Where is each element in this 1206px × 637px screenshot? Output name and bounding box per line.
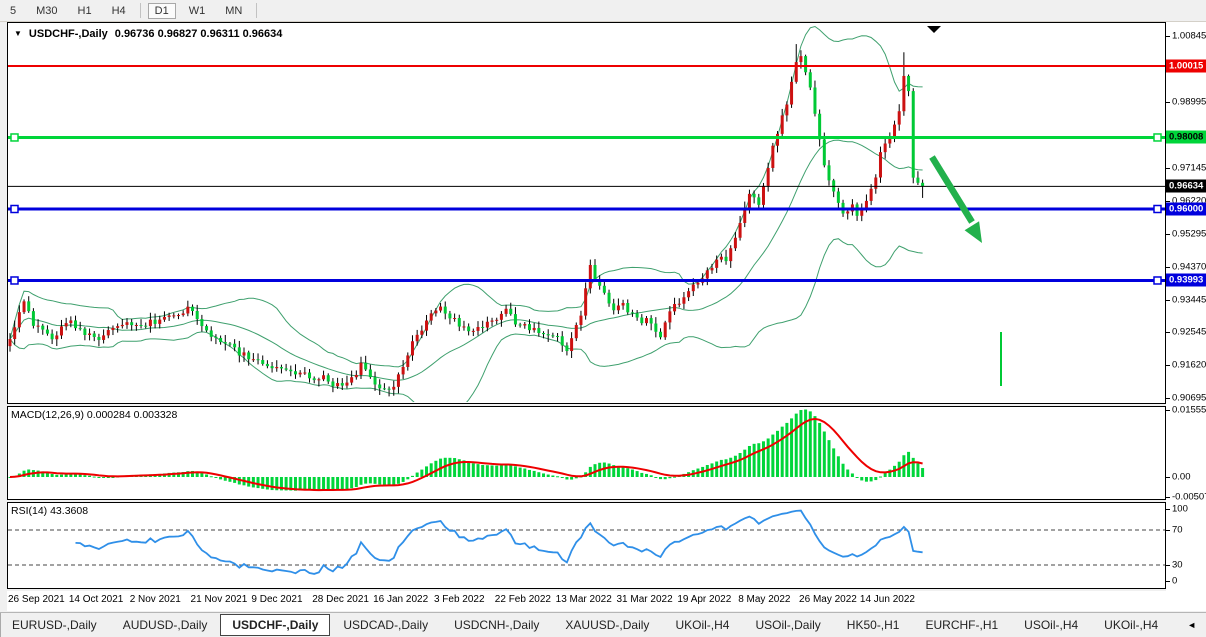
price-tick — [1166, 102, 1170, 103]
price-tick — [1166, 168, 1170, 169]
timeframe-toolbar: 5 M30 H1 H4 D1 W1 MN — [0, 0, 1206, 22]
price-tick-label: 0.95295 — [1172, 229, 1206, 240]
date-label: 26 May 2022 — [799, 594, 857, 605]
price-tick-label: 0.91620 — [1172, 360, 1206, 371]
price-badge-0.98008: 0.98008 — [1166, 131, 1206, 144]
date-label: 22 Feb 2022 — [495, 594, 551, 605]
date-label: 14 Jun 2022 — [860, 594, 915, 605]
date-label: 9 Dec 2021 — [251, 594, 302, 605]
date-label: 8 May 2022 — [738, 594, 790, 605]
rsi-panel — [7, 502, 1166, 589]
chart-tabs-bar: EURUSD-,DailyAUDUSD-,DailyUSDCHF-,DailyU… — [0, 612, 1206, 637]
rsi-tick-label: 70 — [1172, 525, 1183, 536]
price-badge-1.00015: 1.00015 — [1166, 59, 1206, 72]
tab-usoil-h4[interactable]: USOil-,H4 — [1013, 614, 1089, 637]
date-label: 16 Jan 2022 — [373, 594, 428, 605]
rsi-tick-label: 0 — [1172, 576, 1177, 587]
date-label: 19 Apr 2022 — [677, 594, 731, 605]
rsi-tick — [1166, 581, 1170, 582]
toolbar-separator — [256, 3, 257, 18]
date-label: 13 Mar 2022 — [556, 594, 612, 605]
date-label: 28 Dec 2021 — [312, 594, 369, 605]
date-label: 3 Feb 2022 — [434, 594, 485, 605]
price-tick — [1166, 332, 1170, 333]
timeframe-button-d1[interactable]: D1 — [148, 3, 176, 19]
tab-eurusd-daily[interactable]: EURUSD-,Daily — [1, 614, 108, 637]
date-label: 26 Sep 2021 — [8, 594, 65, 605]
macd-tick — [1166, 497, 1170, 498]
rsi-tick — [1166, 565, 1170, 566]
macd-panel — [7, 406, 1166, 500]
macd-tick-label: -0.00507 — [1172, 492, 1206, 503]
macd-tick-label: 0.01555 — [1172, 404, 1206, 415]
tab-xauusd-daily[interactable]: XAUUSD-,Daily — [554, 614, 660, 637]
macd-label: MACD(12,26,9) 0.000284 0.003328 — [11, 409, 177, 421]
date-label: 2 Nov 2021 — [130, 594, 181, 605]
date-label: 31 Mar 2022 — [617, 594, 673, 605]
chart-symbol-label: USDCHF-,Daily — [29, 28, 108, 40]
price-tick — [1166, 267, 1170, 268]
macd-tick — [1166, 410, 1170, 411]
timeframe-button-m30[interactable]: M30 — [29, 4, 64, 18]
price-tick-label: 0.94370 — [1172, 262, 1206, 273]
mt4-workspace: { "toolbar": { "items": ["5","M30","H1",… — [0, 0, 1206, 636]
tab-hk50-h1[interactable]: HK50-,H1 — [836, 614, 911, 637]
price-axis — [1166, 22, 1206, 611]
chart-title: ▼ USDCHF-,Daily 0.96736 0.96827 0.96311 … — [14, 28, 282, 40]
collapse-chart-icon[interactable]: ▼ — [14, 30, 22, 38]
date-label: 14 Oct 2021 — [69, 594, 123, 605]
price-tick-label: 0.93445 — [1172, 295, 1206, 306]
rsi-tick — [1166, 509, 1170, 510]
price-tick-label: 0.98995 — [1172, 97, 1206, 108]
main-chart-panel — [7, 22, 1166, 404]
rsi-tick-label: 30 — [1172, 560, 1183, 571]
rsi-tick — [1166, 530, 1170, 531]
toolbar-separator — [140, 3, 141, 18]
chart-ohlc-values: 0.96736 0.96827 0.96311 0.96634 — [115, 28, 283, 40]
macd-tick-label: 0.00 — [1172, 472, 1191, 483]
tabs-scroll-left-icon[interactable]: ◄ — [1187, 620, 1196, 630]
price-tick — [1166, 398, 1170, 399]
tab-usdcad-daily[interactable]: USDCAD-,Daily — [332, 614, 439, 637]
tab-usoil-daily[interactable]: USOil-,Daily — [744, 614, 831, 637]
price-tick-label: 0.97145 — [1172, 163, 1206, 174]
price-tick — [1166, 365, 1170, 366]
price-tick-label: 0.90695 — [1172, 392, 1206, 403]
price-badge-0.93993: 0.93993 — [1166, 274, 1206, 287]
price-tick — [1166, 234, 1170, 235]
timeframe-button-mn[interactable]: MN — [218, 4, 249, 18]
price-tick-label: 1.00845 — [1172, 31, 1206, 42]
macd-tick — [1166, 477, 1170, 478]
rsi-label: RSI(14) 43.3608 — [11, 505, 88, 517]
price-tick — [1166, 300, 1170, 301]
price-badge-0.96000: 0.96000 — [1166, 203, 1206, 216]
tab-audusd-daily[interactable]: AUDUSD-,Daily — [112, 614, 219, 637]
price-tick — [1166, 36, 1170, 37]
date-label: 21 Nov 2021 — [191, 594, 248, 605]
timeframe-button-h4[interactable]: H4 — [105, 4, 133, 18]
tab-ukoil-h4[interactable]: UKOil-,H4 — [664, 614, 740, 637]
price-tick-label: 0.92545 — [1172, 327, 1206, 338]
timeframe-button-h1[interactable]: H1 — [71, 4, 99, 18]
timeframe-button-5[interactable]: 5 — [3, 4, 23, 18]
tab-eurchf-h1[interactable]: EURCHF-,H1 — [914, 614, 1009, 637]
price-badge-0.96634: 0.96634 — [1166, 180, 1206, 193]
tab-usdchf-daily[interactable]: USDCHF-,Daily — [220, 614, 330, 636]
tab-usdcnh-daily[interactable]: USDCNH-,Daily — [443, 614, 550, 637]
rsi-tick-label: 100 — [1172, 504, 1188, 515]
tab-ukoil-h4[interactable]: UKOil-,H4 — [1093, 614, 1169, 637]
timeframe-button-w1[interactable]: W1 — [182, 4, 213, 18]
